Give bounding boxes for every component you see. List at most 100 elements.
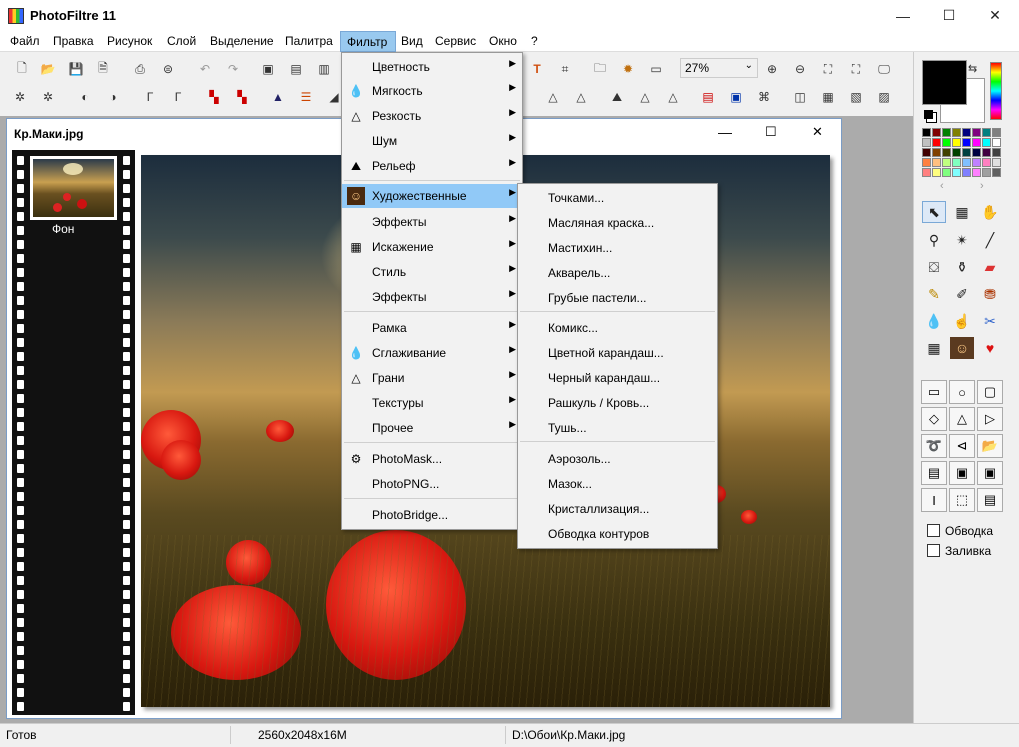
menu-item-edges[interactable]: △ Грани ▶ [342,366,522,390]
portrait-tool-icon[interactable]: ☺ [950,337,974,359]
actual-size-icon[interactable]: ⛶ [818,59,838,79]
reset-colors-icon[interactable] [924,110,933,119]
selection-crop-icon[interactable]: ⬚ [949,488,975,512]
palette-swatch[interactable] [982,148,991,157]
spray-tool-icon[interactable]: ⚱ [950,256,974,278]
print-icon[interactable]: ⎙ [130,59,150,79]
blur-icon[interactable]: △ [543,87,563,107]
stamp-tool-icon[interactable]: ⛃ [978,283,1002,305]
undo-icon[interactable]: ↶ [195,59,215,79]
palette-swatch[interactable] [932,138,941,147]
palette-swatch[interactable] [992,158,1001,167]
menu-image[interactable]: Рисунок [107,34,152,48]
palette-swatch[interactable] [952,168,961,177]
menu-item-distort[interactable]: ▦ Искажение ▶ [342,235,522,259]
levels-icon[interactable]: ▲ [268,87,288,107]
brush-tool-icon[interactable]: ✎ [922,283,946,305]
layer-thumbnail[interactable] [30,156,117,220]
smudge-tool-icon[interactable]: ☝ [950,310,974,332]
open-shape-icon[interactable]: 📂 [977,434,1003,458]
batch-icon[interactable]: ▨ [874,87,894,107]
frame-icon[interactable]: ▤ [698,87,718,107]
menu-item-artistic[interactable]: ☺ Художественные ▶ [342,184,522,208]
menu-layer[interactable]: Слой [167,34,196,48]
palette-swatch[interactable] [922,148,931,157]
scan-icon[interactable]: ⊜ [158,59,178,79]
doc-maximize-button[interactable]: ☐ [765,124,777,140]
outline-checkbox[interactable] [927,524,940,537]
pointer-tool-icon[interactable]: ⬉ [922,201,946,223]
foreground-color-swatch[interactable] [922,60,967,105]
window-icon[interactable]: ▭ [646,59,666,79]
color-balance-icon[interactable]: ☰ [296,87,316,107]
menu-view[interactable]: Вид [401,34,423,48]
gamma-down-icon[interactable]: Γ [140,87,160,107]
submenu-item-pointillism[interactable]: Точками... [518,185,717,209]
palette-swatch[interactable] [942,128,951,137]
image-size-icon[interactable]: ▣ [726,87,746,107]
right-triangle-shape-icon[interactable]: ▷ [977,407,1003,431]
emboss-icon[interactable]: ⛰ [607,87,627,107]
fit-window-icon[interactable]: ⛶ [846,59,866,79]
rounded-rect-shape-icon[interactable]: ▢ [977,380,1003,404]
palette-swatch[interactable] [962,138,971,147]
submenu-item-crystallize[interactable]: Кристаллизация... [518,496,717,520]
brightness-down-icon[interactable]: ✲ [10,87,30,107]
lasso-icon[interactable]: ➰ [921,434,947,458]
menu-file[interactable]: Файл [10,34,40,48]
menu-selection[interactable]: Выделение [210,34,274,48]
menu-help[interactable]: ? [531,34,538,48]
palette-swatch[interactable] [922,128,931,137]
submenu-item-palette-knife[interactable]: Мастихин... [518,235,717,259]
hand-tool-icon[interactable]: ✋ [978,201,1002,223]
menu-item-sharpen[interactable]: △ Резкость ▶ [342,104,522,128]
palette-swatch[interactable] [982,158,991,167]
palette-swatch[interactable] [922,158,931,167]
submenu-item-rough-pastels[interactable]: Грубые пастели... [518,285,717,309]
save-icon[interactable]: 💾 [66,59,86,79]
paste-icon[interactable]: ▤ [286,59,306,79]
blur-tool-icon[interactable]: 💧 [922,310,946,332]
gamma-up-icon[interactable]: Γ [168,87,188,107]
submenu-item-charcoal[interactable]: Рашкуль / Кровь... [518,390,717,414]
menu-item-style[interactable]: Стиль ▶ [342,260,522,284]
palette-swatch[interactable] [972,138,981,147]
zoom-in-icon[interactable]: ⊕ [762,59,782,79]
doc-close-button[interactable]: ✕ [812,124,823,140]
polygon-lasso-icon[interactable]: ⊲ [949,434,975,458]
copy-icon[interactable]: ▣ [258,59,278,79]
menu-item-noise[interactable]: Шум ▶ [342,129,522,153]
palette-swatch[interactable] [932,158,941,167]
menu-item-smoothing[interactable]: 💧 Сглаживание ▶ [342,341,522,365]
save-as-icon[interactable]: 🗎 [93,59,113,79]
fill-checkbox[interactable] [927,544,940,557]
palette-swatch[interactable] [962,168,971,177]
triangle-shape-icon[interactable]: △ [949,407,975,431]
palette-swatch[interactable] [952,138,961,147]
menu-palette[interactable]: Палитра [285,34,333,48]
menu-item-other[interactable]: Прочее ▶ [342,416,522,440]
strawberry-tool-icon[interactable]: ♥ [978,337,1002,359]
palette-swatch[interactable] [952,128,961,137]
fullscreen-icon[interactable]: 🖵 [874,59,894,79]
fill-bucket-tool-icon[interactable]: ⛋ [922,256,946,278]
selection-ratio-icon[interactable]: ▣ [949,461,975,485]
palette-swatch[interactable] [992,168,1001,177]
palette-swatch[interactable] [972,148,981,157]
palette-swatch[interactable] [932,168,941,177]
palette-swatch[interactable] [942,148,951,157]
menu-edit[interactable]: Правка [53,34,94,48]
palette-swatch[interactable] [992,138,1001,147]
selection-window-icon[interactable]: ▤ [977,488,1003,512]
text-icon[interactable]: T [527,59,547,79]
menu-item-textures[interactable]: Текстуры ▶ [342,391,522,415]
menu-item-relief[interactable]: ⛰ Рельеф ▶ [342,154,522,178]
submenu-item-color-pencil[interactable]: Цветной карандаш... [518,340,717,364]
selection-all-icon[interactable]: ▤ [921,461,947,485]
menu-item-effects-1[interactable]: Эффекты ▶ [342,210,522,234]
menu-item-photobridge[interactable]: PhotoBridge... [342,503,522,527]
new-file-icon[interactable]: 🗋 [12,59,32,79]
deform-tool-icon[interactable]: ▦ [922,337,946,359]
book-icon[interactable]: ◫ [790,87,810,107]
clone-tool-icon[interactable]: ✂ [978,310,1002,332]
